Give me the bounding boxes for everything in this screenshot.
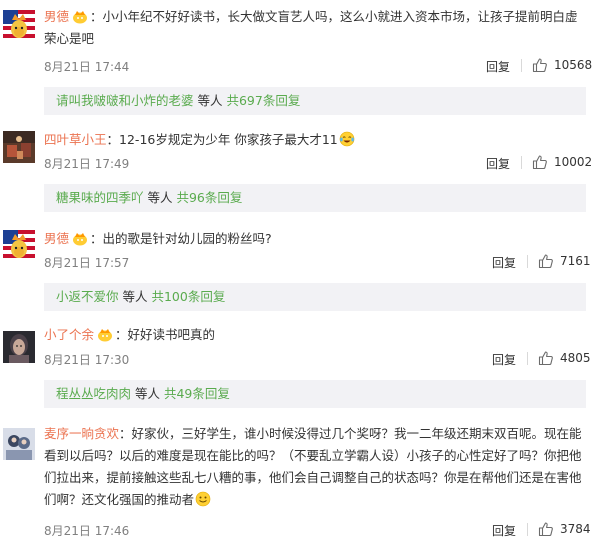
sub-reply-suffix: 等人	[131, 386, 164, 401]
comment-username[interactable]: 四叶草小王	[44, 132, 107, 147]
sub-replies-bar: 请叫我啵啵和小炸的老婆 等人 共697条回复	[44, 87, 586, 115]
avatar-photo-icon	[3, 131, 35, 163]
meta-divider	[527, 255, 528, 268]
comment-body: 好好读书吧真的	[127, 327, 216, 342]
sub-reply-users-link[interactable]: 请叫我啵啵和小炸的老婆	[56, 93, 194, 108]
comment-username[interactable]: 男德	[44, 9, 69, 24]
comment-text-block: 男德 ：小小年纪不好好读书，长大做文盲艺人吗，这么小就进入资本市场，让孩子提前明白…	[44, 9, 578, 46]
avatar[interactable]	[3, 230, 35, 262]
avatar[interactable]	[3, 10, 35, 42]
comment-time: 8月21日 17:57	[44, 256, 130, 270]
reply-button[interactable]: 回复	[486, 58, 510, 75]
sub-replies-bar: 程丛丛吃肉肉 等人 共49条回复	[44, 380, 586, 408]
reply-button[interactable]: 回复	[486, 155, 510, 172]
sub-reply-count-link[interactable]: 共697条回复	[226, 93, 300, 108]
avatar-flag-cartoon-icon	[3, 230, 35, 262]
avatar-flag-cartoon-icon	[3, 10, 35, 42]
comment-meta: 8月21日 17:46 回复 3784	[44, 521, 591, 539]
sub-reply-users-link[interactable]: 程丛丛吃肉肉	[56, 386, 131, 401]
sub-reply-users-link[interactable]: 糖果味的四季吖	[56, 190, 144, 205]
comment-text-block: 小了个余 ：好好读书吧真的	[44, 327, 216, 342]
sub-reply-users-link[interactable]: 小返不爱你	[56, 289, 119, 304]
reply-button[interactable]: 回复	[492, 254, 516, 271]
comment-time: 8月21日 17:44	[44, 60, 130, 74]
comment-text-block: 男德 ：出的歌是针对幼儿园的粉丝吗?	[44, 231, 272, 246]
comment-meta: 8月21日 17:30 回复 4805	[44, 350, 591, 368]
thumbs-up-icon[interactable]	[532, 57, 548, 73]
vip-crown-badge-icon	[72, 10, 88, 24]
like-count: 4805	[560, 351, 591, 365]
like-count: 7161	[560, 254, 591, 268]
sub-reply-count-link[interactable]: 共96条回复	[176, 190, 242, 205]
reply-button[interactable]: 回复	[492, 351, 516, 368]
comment-text-block: 麦序一晌贪欢：好家伙，三好学生，谁小时候没得过几个奖呀？我一二年级还期末双百呢。…	[44, 426, 582, 507]
comment-username[interactable]: 小了个余	[44, 327, 94, 342]
smile-emoji-icon	[195, 491, 211, 507]
avatar[interactable]	[3, 331, 35, 363]
sub-reply-count-link[interactable]: 共49条回复	[164, 386, 230, 401]
avatar[interactable]	[3, 428, 35, 460]
sub-reply-suffix: 等人	[143, 190, 177, 205]
comment-time: 8月21日 17:30	[44, 353, 130, 367]
thumbs-up-icon[interactable]	[538, 350, 554, 366]
comment-username[interactable]: 麦序一晌贪欢	[44, 426, 119, 441]
avatar-photo-icon	[3, 331, 35, 363]
comment-body: 出的歌是针对幼儿园的粉丝吗?	[102, 231, 272, 246]
avatar[interactable]	[3, 131, 35, 163]
vip-crown-badge-icon	[97, 328, 113, 342]
sub-replies-bar: 小返不爱你 等人 共100条回复	[44, 283, 586, 311]
comment-text-block: 四叶草小王：12-16岁规定为少年 你家孩子最大才11	[44, 129, 586, 151]
meta-divider	[527, 352, 528, 365]
vip-crown-badge-icon	[72, 232, 88, 246]
like-count: 3784	[560, 522, 591, 536]
comment-meta: 8月21日 17:49 回复 10002	[44, 154, 592, 172]
thumbs-up-icon[interactable]	[538, 521, 554, 537]
comment-time: 8月21日 17:46	[44, 524, 130, 538]
thumbs-up-icon[interactable]	[538, 253, 554, 269]
comment-meta: 8月21日 17:44 回复 10568	[44, 57, 592, 75]
sub-replies-bar: 糖果味的四季吖 等人 共96条回复	[44, 184, 586, 212]
avatar-photo-icon	[3, 428, 35, 460]
thumbs-up-icon[interactable]	[532, 154, 548, 170]
comment-body: 好家伙，三好学生，谁小时候没得过几个奖呀？我一二年级还期末双百呢。现在能看到以后…	[44, 426, 582, 507]
comment-username[interactable]: 男德	[44, 231, 69, 246]
laughing-tears-emoji-icon	[339, 131, 355, 147]
sub-reply-suffix: 等人	[193, 93, 227, 108]
comment-time: 8月21日 17:49	[44, 157, 130, 171]
like-count: 10002	[554, 155, 593, 169]
comment-body: 小小年纪不好好读书，长大做文盲艺人吗，这么小就进入资本市场，让孩子提前明白虚荣心…	[44, 9, 578, 46]
comment-meta: 8月21日 17:57 回复 7161	[44, 253, 591, 271]
sub-reply-count-link[interactable]: 共100条回复	[151, 289, 225, 304]
comment-body: 12-16岁规定为少年 你家孩子最大才11	[119, 132, 338, 147]
like-count: 10568	[554, 58, 593, 72]
meta-divider	[527, 523, 528, 536]
sub-reply-suffix: 等人	[118, 289, 152, 304]
meta-divider	[521, 59, 522, 72]
reply-button[interactable]: 回复	[492, 522, 516, 539]
meta-divider	[521, 156, 522, 169]
